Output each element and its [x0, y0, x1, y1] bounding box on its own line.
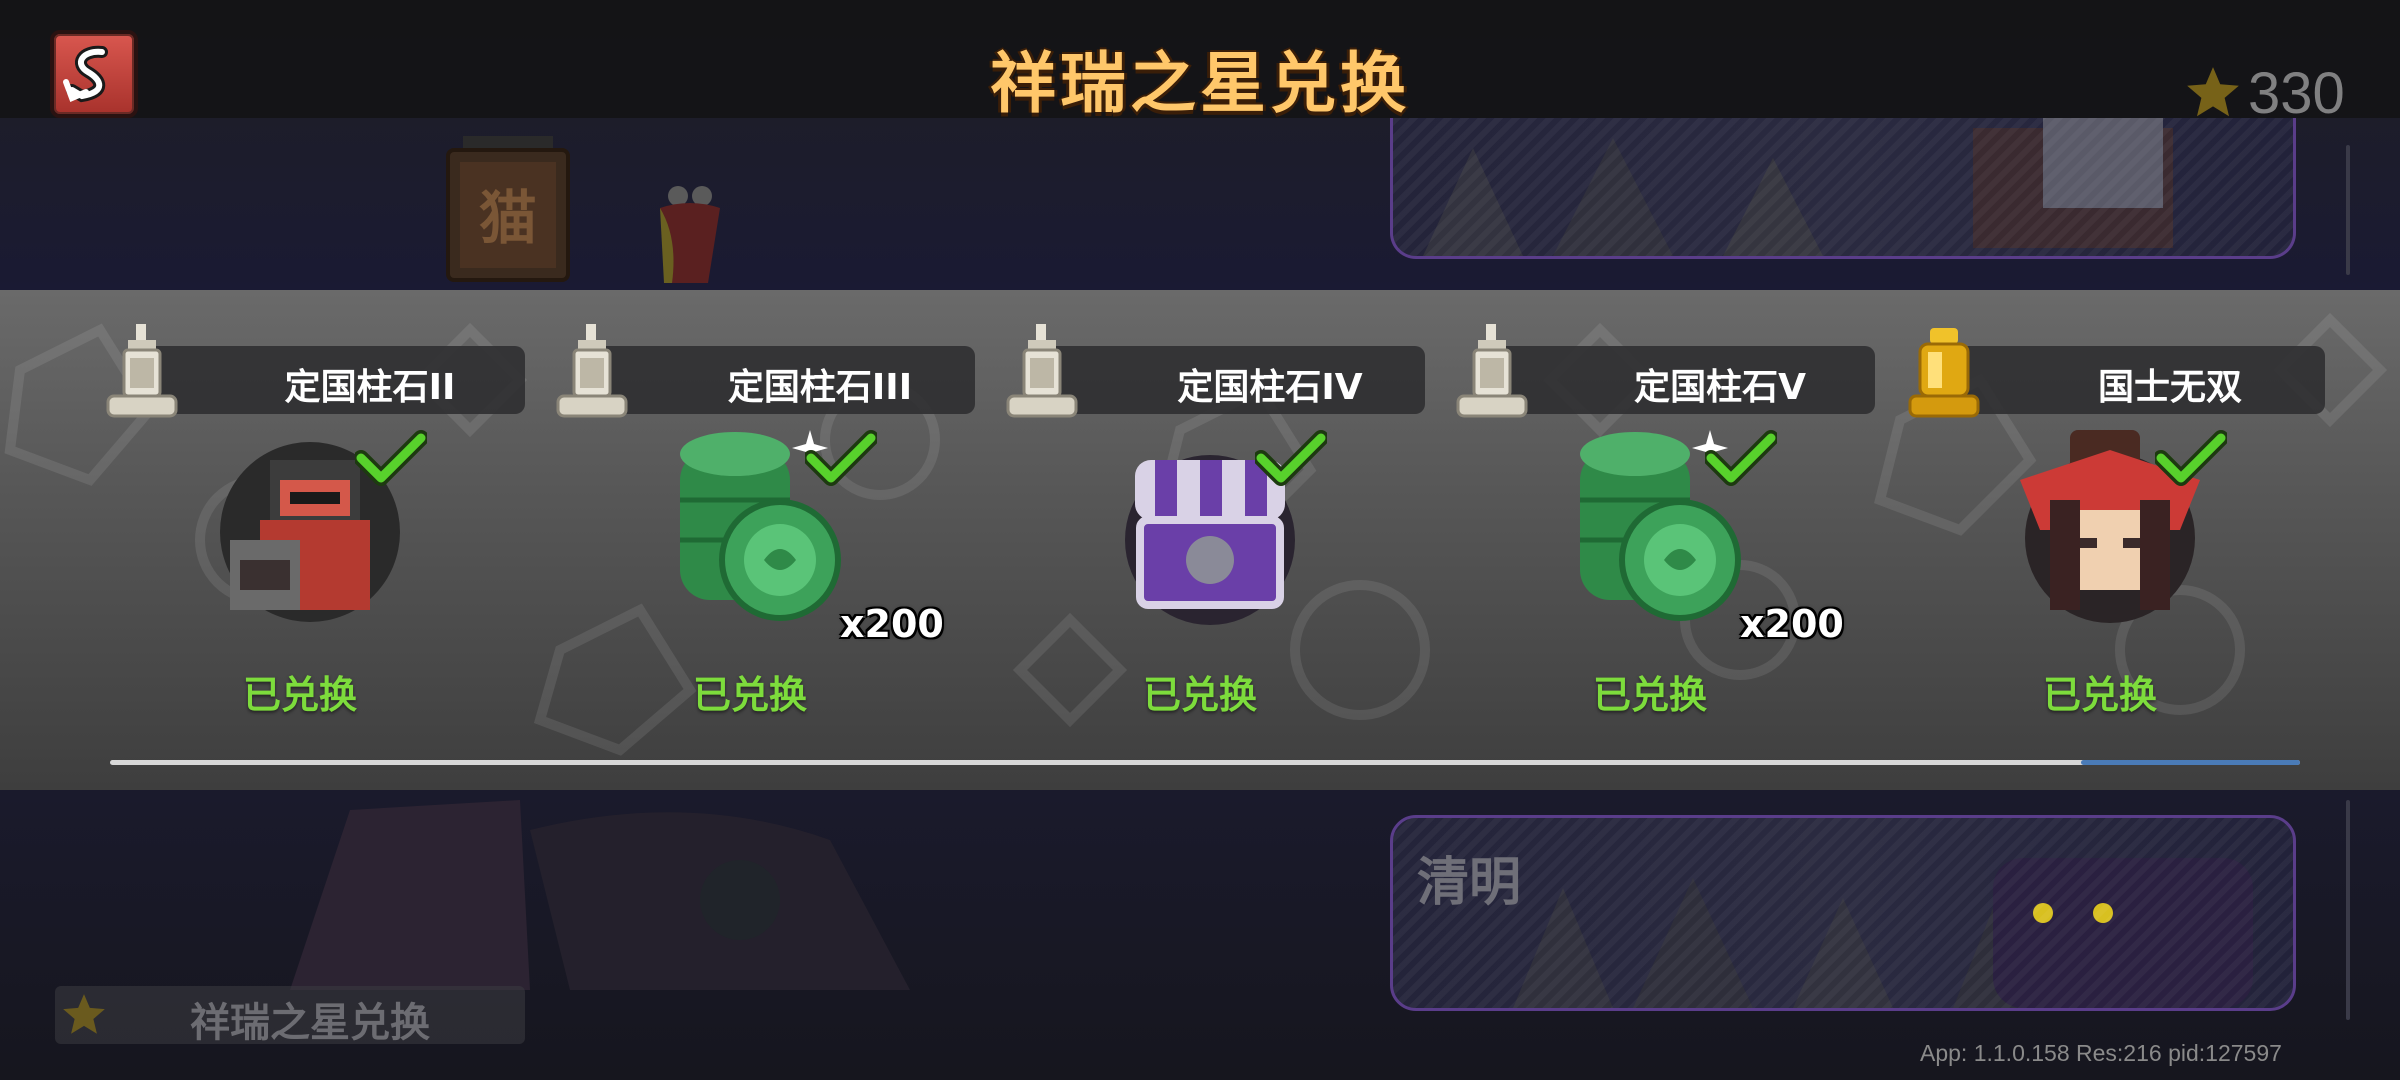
- reward-card[interactable]: 定国柱石IV 已兑换: [1000, 290, 1425, 790]
- pillar-icon: [556, 324, 628, 418]
- checkmark-icon: [1255, 430, 1327, 486]
- reward-status: 已兑换: [1142, 673, 1257, 717]
- reward-strip: 定国柱石II 已兑换 定国柱石III x200 已兑换 定国柱石IV 已兑换 定…: [0, 290, 2400, 790]
- reward-card[interactable]: 定国柱石V x200 已兑换: [1450, 290, 1875, 790]
- banner-label: 清明: [1417, 853, 1522, 913]
- reward-status: 已兑换: [692, 673, 807, 717]
- pillar-icon: [106, 324, 178, 418]
- checkmark-icon: [355, 430, 427, 486]
- reward-card[interactable]: 定国柱石II 已兑换: [100, 290, 525, 790]
- pillar-icon: [1456, 324, 1528, 418]
- reward-name: 定国柱石III: [727, 367, 913, 408]
- reward-status: 已兑换: [1592, 673, 1707, 717]
- horizontal-scroll-thumb[interactable]: [2081, 760, 2300, 765]
- page-title: 祥瑞之星兑换: [990, 45, 1410, 122]
- reward-quantity: x200: [840, 602, 944, 646]
- checkmark-icon: [805, 430, 877, 486]
- reward-name: 国士无双: [2097, 367, 2242, 408]
- reward-label-bar: 定国柱石V: [1485, 346, 1875, 414]
- checkmark-icon: [2155, 430, 2227, 486]
- gold-pillar-icon: [1908, 328, 1980, 418]
- side-scrollbar[interactable]: [2346, 145, 2350, 275]
- reward-label-bar: 定国柱石II: [135, 346, 525, 414]
- pillar-icon: [1006, 324, 1078, 418]
- tab-star-exchange[interactable]: 祥瑞之星兑换: [55, 986, 525, 1046]
- reward-name: 定国柱石V: [1634, 367, 1806, 408]
- horizontal-scroll-track[interactable]: [110, 760, 2300, 765]
- version-info: App: 1.1.0.158 Res:216 pid:127597: [1920, 1040, 2282, 1066]
- reward-status: 已兑换: [242, 673, 357, 717]
- ornament-decoration: [650, 178, 730, 288]
- reward-label-bar: 定国柱石III: [585, 346, 975, 414]
- checkmark-icon: [1705, 430, 1777, 486]
- lantern-decoration: 猫: [438, 136, 578, 286]
- tab-label: 祥瑞之星兑换: [190, 1000, 430, 1046]
- lantern-char: 猫: [479, 184, 537, 252]
- star-icon: [63, 994, 105, 1034]
- event-banner-qingming[interactable]: 清明: [1390, 815, 2296, 1011]
- reward-card[interactable]: 定国柱石III x200 已兑换: [550, 290, 975, 790]
- reward-card[interactable]: 国士无双 已兑换: [1900, 290, 2325, 790]
- currency-value: 330: [2248, 60, 2345, 126]
- reward-label-bar: 国士无双: [1935, 346, 2325, 414]
- dark-creature-decoration: [270, 800, 970, 990]
- currency-display: 330: [2182, 58, 2345, 128]
- reward-status: 已兑换: [2042, 673, 2157, 717]
- side-scrollbar-lower[interactable]: [2346, 800, 2350, 1020]
- reward-name: 定国柱石IV: [1177, 367, 1363, 408]
- star-icon: [2187, 67, 2239, 117]
- reward-label-bar: 定国柱石IV: [1035, 346, 1425, 414]
- reward-name: 定国柱石II: [284, 367, 456, 408]
- event-banner-top[interactable]: [1390, 118, 2296, 259]
- reward-quantity: x200: [1740, 602, 1844, 646]
